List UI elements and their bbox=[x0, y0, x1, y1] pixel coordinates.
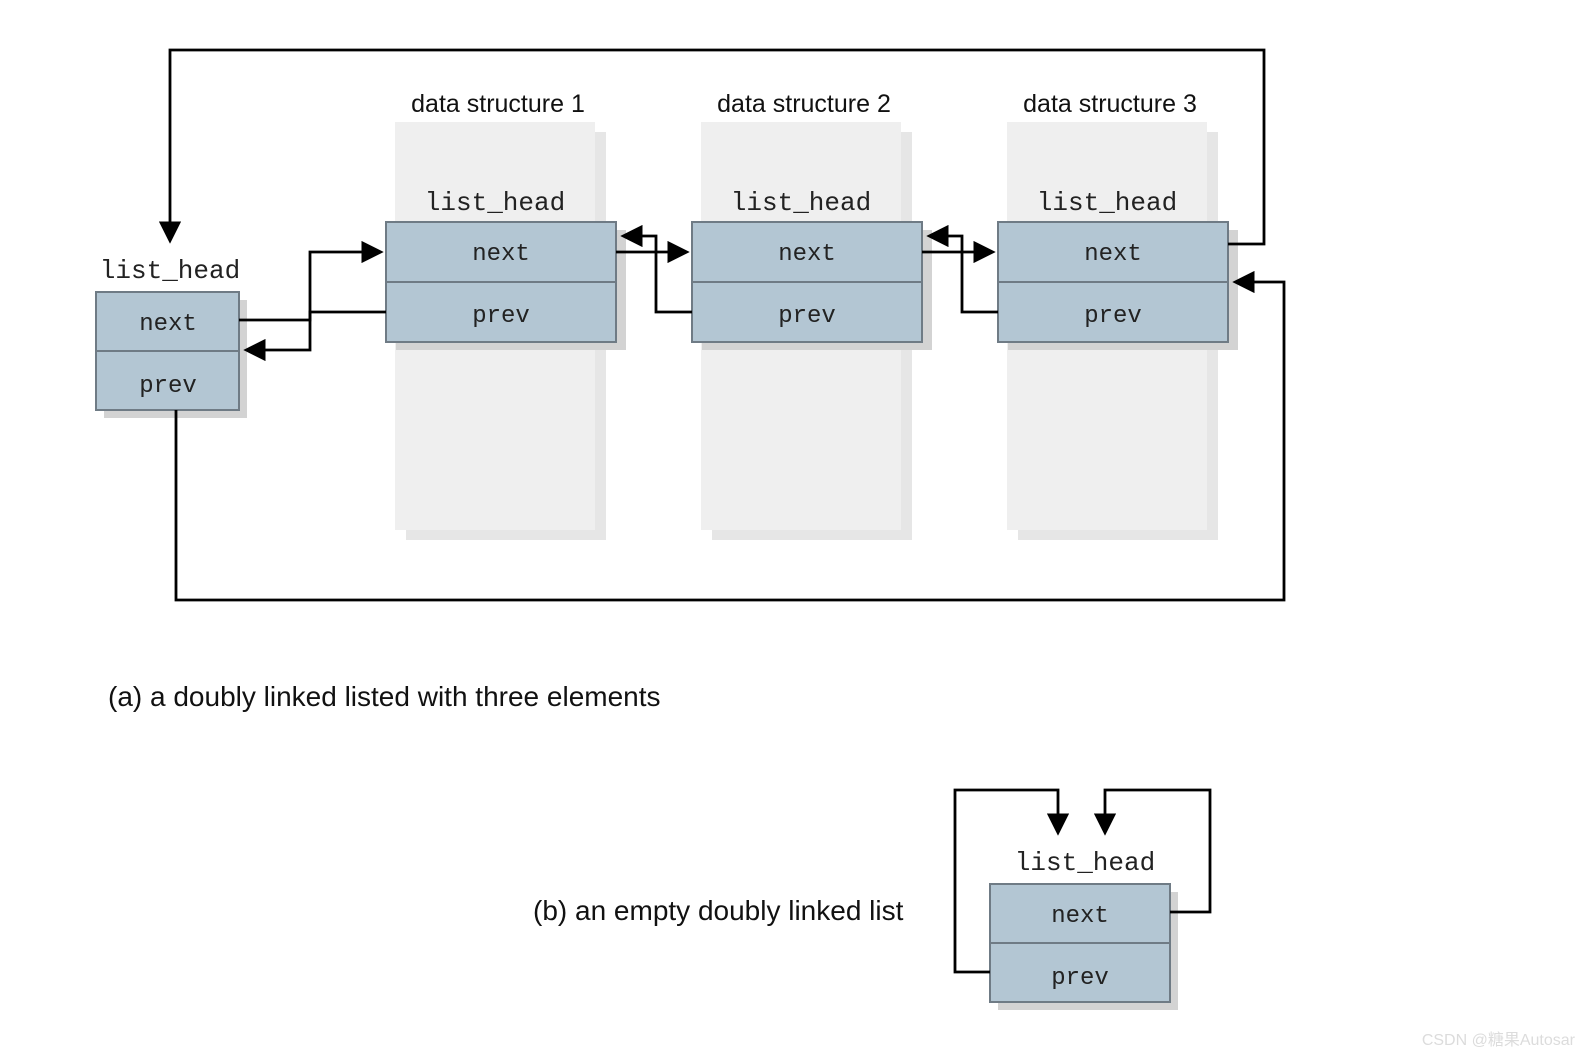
data-structure-3: data structure 3 list_head next prev bbox=[998, 90, 1238, 540]
empty-prev: prev bbox=[1051, 965, 1109, 992]
empty-next: next bbox=[1051, 903, 1109, 930]
head-label: list_head bbox=[100, 256, 240, 286]
ds1-next: next bbox=[472, 241, 530, 268]
empty-head-label: list_head bbox=[1015, 848, 1155, 878]
ds1-listhead: list_head bbox=[425, 188, 565, 218]
caption-a: (a) a doubly linked listed with three el… bbox=[108, 681, 661, 712]
ds1-prev: prev bbox=[472, 303, 530, 330]
arrow-ds2-prev-to-ds1 bbox=[624, 236, 692, 312]
caption-b: (b) an empty doubly linked list bbox=[533, 895, 904, 926]
arrow-head-next-to-ds1 bbox=[239, 252, 380, 320]
arrow-ds3-prev-to-ds2 bbox=[930, 236, 998, 312]
ds2-prev: prev bbox=[778, 303, 836, 330]
data-structure-2: data structure 2 list_head next prev bbox=[692, 90, 932, 540]
ds3-title: data structure 3 bbox=[1023, 90, 1197, 118]
linked-list-diagram: list_head next prev data structure 1 lis… bbox=[0, 0, 1594, 1058]
ds1-title: data structure 1 bbox=[411, 90, 585, 118]
empty-head-node: list_head next prev bbox=[990, 848, 1178, 1010]
ds3-prev: prev bbox=[1084, 303, 1142, 330]
arrow-ds1-prev-to-head bbox=[247, 312, 386, 350]
head-node: list_head next prev bbox=[96, 256, 247, 418]
watermark: CSDN @糖果Autosar bbox=[1422, 1031, 1576, 1049]
data-structure-1: data structure 1 list_head next prev bbox=[386, 90, 626, 540]
ds2-title: data structure 2 bbox=[717, 90, 891, 118]
head-prev-label: prev bbox=[139, 373, 197, 400]
ds3-next: next bbox=[1084, 241, 1142, 268]
ds2-next: next bbox=[778, 241, 836, 268]
ds3-listhead: list_head bbox=[1037, 188, 1177, 218]
head-next-label: next bbox=[139, 311, 197, 338]
ds2-listhead: list_head bbox=[731, 188, 871, 218]
